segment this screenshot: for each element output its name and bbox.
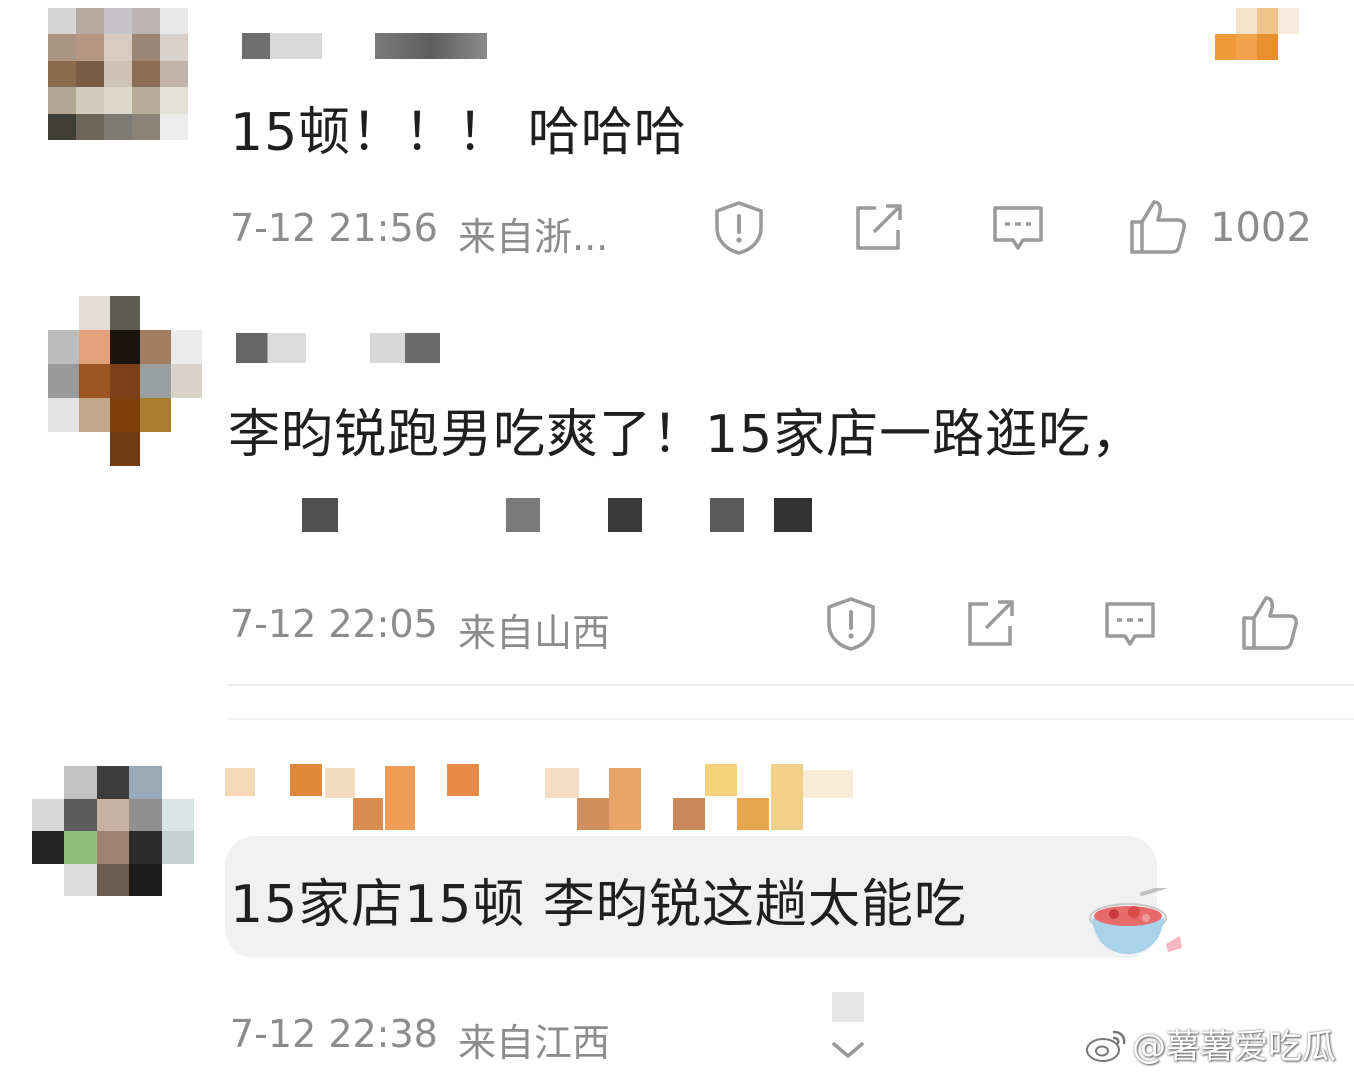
dessert-sticker-icon bbox=[1089, 888, 1182, 954]
reply-icon[interactable] bbox=[990, 200, 1046, 256]
watermark: @薯薯爱吃瓜 bbox=[1084, 1019, 1336, 1068]
comment-location: 来自江西 bbox=[458, 1021, 611, 1065]
username-censored[interactable] bbox=[236, 333, 306, 363]
username-censored[interactable] bbox=[225, 764, 865, 830]
censored-block bbox=[832, 992, 864, 1022]
share-icon[interactable] bbox=[964, 598, 1018, 650]
avatar[interactable] bbox=[48, 8, 188, 140]
reply-icon[interactable] bbox=[1102, 596, 1158, 652]
comment-text: 15家店15顿 李昀锐这趟太能吃 bbox=[230, 875, 967, 935]
weibo-logo-icon bbox=[1086, 1030, 1126, 1062]
username-censored[interactable] bbox=[370, 333, 440, 363]
avatar[interactable] bbox=[32, 766, 194, 896]
censored-text-line bbox=[230, 490, 830, 550]
comment-time: 7-12 22:05 bbox=[230, 602, 438, 646]
divider bbox=[228, 684, 1354, 686]
comment-text: 李昀锐跑男吃爽了！15家店一路逛吃， bbox=[228, 405, 1145, 465]
chevron-down-icon[interactable] bbox=[830, 1040, 866, 1060]
fan-badge bbox=[1215, 8, 1299, 60]
username-censored[interactable] bbox=[375, 33, 487, 59]
report-icon[interactable] bbox=[712, 200, 766, 256]
divider bbox=[228, 718, 1354, 720]
report-icon[interactable] bbox=[824, 596, 878, 652]
watermark-text: @薯薯爱吃瓜 bbox=[1132, 1027, 1336, 1067]
like-icon[interactable] bbox=[1128, 198, 1188, 256]
comment-text: 15顿！！！ 哈哈哈 bbox=[230, 103, 687, 163]
comment-time: 7-12 21:56 bbox=[230, 206, 438, 250]
like-count: 1002 bbox=[1210, 205, 1312, 251]
comment-time: 7-12 22:38 bbox=[230, 1012, 438, 1056]
comment-location: 来自浙... bbox=[458, 215, 609, 259]
share-icon[interactable] bbox=[852, 202, 906, 254]
avatar[interactable] bbox=[48, 296, 202, 466]
username-censored[interactable] bbox=[242, 33, 322, 59]
like-icon[interactable] bbox=[1240, 594, 1300, 652]
comment-location: 来自山西 bbox=[458, 611, 611, 655]
